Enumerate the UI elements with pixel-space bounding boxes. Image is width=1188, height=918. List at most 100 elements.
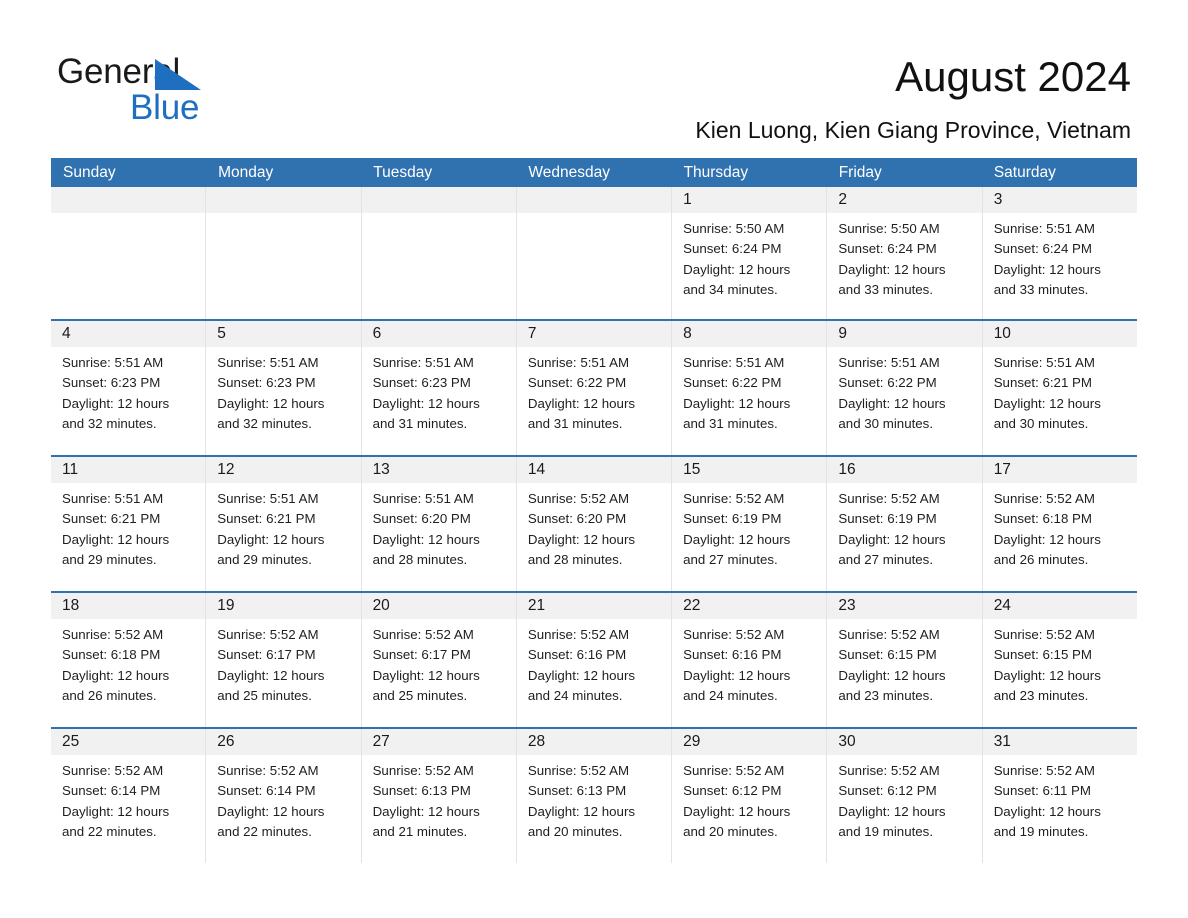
calendar-day-cell[interactable]: 14 Sunrise: 5:52 AM Sunset: 6:20 PM Dayligh… (516, 457, 673, 591)
daylight-text-line1: Daylight: 12 hours (527, 667, 636, 683)
calendar-day-cell[interactable]: 23 Sunrise: 5:52 AM Sunset: 6:15 PM Dayligh… (827, 593, 983, 727)
calendar-day-cell[interactable]: 2 Sunrise: 5:50 AM Sunset: 6:24 PM Daylight… (827, 187, 983, 319)
day-sun-info: Sunrise: 5:50 AM Sunset: 6:24 PM Daylight:… (827, 213, 981, 319)
calendar-day-cell[interactable]: 13 Sunrise: 5:51 AM Sunset: 6:20 PM Dayligh… (361, 457, 517, 591)
day-number: 20 (361, 593, 516, 619)
day-sun-info: Sunrise: 5:52 AM Sunset: 6:17 PM Daylight:… (362, 619, 516, 727)
day-sun-info: Sunrise: 5:51 AM Sunset: 6:20 PM Daylight:… (362, 483, 516, 591)
sunset-text: Sunset: 6:14 PM (62, 783, 161, 799)
daylight-text-line1: Daylight: 12 hours (683, 531, 791, 547)
day-number: 1 (672, 187, 827, 213)
calendar-day-cell[interactable]: 6 Sunrise: 5:51 AM Sunset: 6:23 PM Daylight… (361, 321, 517, 455)
sunset-text: Sunset: 6:24 PM (838, 241, 937, 257)
sunset-text: Sunset: 6:16 PM (527, 647, 627, 663)
sunrise-text: Sunrise: 5:51 AM (62, 491, 164, 506)
sunrise-text: Sunrise: 5:52 AM (217, 763, 319, 778)
day-number: 3 (982, 187, 1137, 213)
sunrise-text: Sunrise: 5:52 AM (372, 763, 474, 778)
day-number: 30 (827, 729, 982, 755)
daylight-text-line2: and 25 minutes. (372, 688, 468, 704)
daylight-text-line2: and 26 minutes. (62, 688, 157, 704)
day-sun-info: Sunrise: 5:52 AM Sunset: 6:18 PM Daylight:… (51, 619, 205, 727)
sunrise-text: Sunrise: 5:52 AM (527, 763, 630, 778)
day-sun-info: Sunrise: 5:51 AM Sunset: 6:21 PM Daylight:… (51, 483, 205, 591)
sunrise-text: Sunrise: 5:51 AM (838, 355, 940, 370)
calendar-day-cell[interactable]: 25 Sunrise: 5:52 AM Sunset: 6:14 PM Dayligh… (51, 729, 207, 863)
day-sun-info (517, 213, 671, 319)
sunrise-text: Sunrise: 5:52 AM (683, 763, 785, 778)
daylight-text-line1: Daylight: 12 hours (527, 531, 636, 547)
sunrise-text: Sunrise: 5:52 AM (683, 627, 785, 642)
calendar-day-cell[interactable]: 21 Sunrise: 5:52 AM Sunset: 6:16 PM Dayligh… (516, 593, 673, 727)
daylight-text-line2: and 34 minutes. (683, 282, 778, 298)
day-number: 6 (361, 321, 516, 347)
daylight-text-line1: Daylight: 12 hours (217, 395, 325, 411)
weekday-header-monday: Monday (218, 164, 274, 181)
sunset-text: Sunset: 6:18 PM (62, 647, 161, 663)
calendar-day-cell[interactable]: 31 Sunrise: 5:52 AM Sunset: 6:11 PM Dayligh… (982, 729, 1137, 863)
calendar-day-cell[interactable]: 19 Sunrise: 5:52 AM Sunset: 6:17 PM Dayligh… (206, 593, 362, 727)
day-sun-info (206, 213, 360, 319)
calendar-day-cell[interactable]: 22 Sunrise: 5:52 AM Sunset: 6:16 PM Dayligh… (672, 593, 828, 727)
page-masthead: General Blue August 2024 Kien Luong, Kie… (0, 0, 1188, 150)
calendar-day-cell[interactable]: 1 Sunrise: 5:50 AM Sunset: 6:24 PM Daylight… (672, 187, 828, 319)
sunset-text: Sunset: 6:22 PM (683, 375, 782, 391)
day-number: 10 (982, 321, 1137, 347)
day-sun-info: Sunrise: 5:52 AM Sunset: 6:15 PM Daylight:… (827, 619, 981, 727)
calendar-day-cell[interactable]: 20 Sunrise: 5:52 AM Sunset: 6:17 PM Dayligh… (361, 593, 517, 727)
day-sun-info: Sunrise: 5:52 AM Sunset: 6:17 PM Daylight:… (206, 619, 360, 727)
day-number: 4 (51, 321, 206, 347)
daylight-text-line1: Daylight: 12 hours (372, 531, 480, 547)
calendar-day-cell[interactable]: 11 Sunrise: 5:51 AM Sunset: 6:21 PM Dayligh… (51, 457, 207, 591)
daylight-text-line1: Daylight: 12 hours (683, 803, 791, 819)
weekday-header-tuesday: Tuesday (373, 164, 433, 181)
calendar-day-cell[interactable]: 27 Sunrise: 5:52 AM Sunset: 6:13 PM Dayligh… (361, 729, 517, 863)
day-number: 19 (206, 593, 361, 619)
daylight-text-line2: and 33 minutes. (993, 282, 1089, 298)
daylight-text-line2: and 20 minutes. (527, 824, 623, 840)
calendar-day-cell[interactable]: 26 Sunrise: 5:52 AM Sunset: 6:14 PM Dayligh… (206, 729, 362, 863)
calendar-day-cell[interactable]: 28 Sunrise: 5:52 AM Sunset: 6:13 PM Dayligh… (516, 729, 673, 863)
daylight-text-line1: Daylight: 12 hours (838, 667, 946, 683)
calendar-day-cell[interactable]: 4 Sunrise: 5:51 AM Sunset: 6:23 PM Daylight… (51, 321, 207, 455)
daylight-text-line1: Daylight: 12 hours (683, 667, 791, 683)
calendar-week-row: 4 Sunrise: 5:51 AM Sunset: 6:23 PM Daylight… (51, 319, 1137, 455)
calendar-day-cell[interactable]: 24 Sunrise: 5:52 AM Sunset: 6:15 PM Dayligh… (982, 593, 1137, 727)
day-number: 25 (51, 729, 206, 755)
day-sun-info: Sunrise: 5:51 AM Sunset: 6:24 PM Daylight:… (983, 213, 1137, 319)
calendar-week-row: 25 Sunrise: 5:52 AM Sunset: 6:14 PM Dayligh… (51, 727, 1137, 863)
weekday-header-friday: Friday (838, 164, 882, 181)
calendar-day-cell[interactable]: 8 Sunrise: 5:51 AM Sunset: 6:22 PM Daylight… (672, 321, 828, 455)
calendar-day-cell-empty (361, 187, 517, 319)
calendar-day-cell[interactable]: 15 Sunrise: 5:52 AM Sunset: 6:19 PM Dayligh… (672, 457, 828, 591)
daylight-text-line1: Daylight: 12 hours (62, 667, 170, 683)
daylight-text-line1: Daylight: 12 hours (838, 261, 946, 277)
day-sun-info: Sunrise: 5:52 AM Sunset: 6:13 PM Daylight:… (362, 755, 516, 863)
day-number (361, 187, 516, 213)
daylight-text-line1: Daylight: 12 hours (993, 667, 1101, 683)
daylight-text-line1: Daylight: 12 hours (838, 531, 946, 547)
page-title: August 2024 (895, 53, 1131, 100)
calendar-day-cell[interactable]: 10 Sunrise: 5:51 AM Sunset: 6:21 PM Dayligh… (982, 321, 1137, 455)
calendar-day-cell[interactable]: 16 Sunrise: 5:52 AM Sunset: 6:19 PM Dayligh… (827, 457, 983, 591)
calendar-day-cell[interactable]: 18 Sunrise: 5:52 AM Sunset: 6:18 PM Dayligh… (51, 593, 207, 727)
calendar-day-cell[interactable]: 12 Sunrise: 5:51 AM Sunset: 6:21 PM Dayligh… (206, 457, 362, 591)
daylight-text-line1: Daylight: 12 hours (838, 395, 946, 411)
day-sun-info: Sunrise: 5:52 AM Sunset: 6:11 PM Daylight:… (983, 755, 1137, 863)
calendar-day-cell[interactable]: 3 Sunrise: 5:51 AM Sunset: 6:24 PM Daylight… (982, 187, 1137, 319)
calendar-day-cell[interactable]: 7 Sunrise: 5:51 AM Sunset: 6:22 PM Daylight… (516, 321, 673, 455)
day-sun-info: Sunrise: 5:52 AM Sunset: 6:14 PM Daylight:… (51, 755, 205, 863)
calendar-day-cell[interactable]: 5 Sunrise: 5:51 AM Sunset: 6:23 PM Daylight… (206, 321, 362, 455)
calendar-day-cell[interactable]: 17 Sunrise: 5:52 AM Sunset: 6:18 PM Dayligh… (982, 457, 1137, 591)
general-blue-logo[interactable]: General Blue (57, 52, 387, 132)
sunrise-text: Sunrise: 5:52 AM (527, 491, 630, 506)
calendar-day-cell[interactable]: 29 Sunrise: 5:52 AM Sunset: 6:12 PM Dayligh… (672, 729, 828, 863)
calendar-day-cell[interactable]: 9 Sunrise: 5:51 AM Sunset: 6:22 PM Daylight… (827, 321, 983, 455)
calendar-day-cell[interactable]: 30 Sunrise: 5:52 AM Sunset: 6:12 PM Dayligh… (827, 729, 983, 863)
daylight-text-line1: Daylight: 12 hours (62, 531, 170, 547)
day-number: 18 (51, 593, 206, 619)
calendar-week-row: 18 Sunrise: 5:52 AM Sunset: 6:18 PM Dayligh… (51, 591, 1137, 727)
sunset-text: Sunset: 6:14 PM (217, 783, 316, 799)
sunset-text: Sunset: 6:19 PM (838, 511, 937, 527)
sunset-text: Sunset: 6:23 PM (62, 375, 161, 391)
